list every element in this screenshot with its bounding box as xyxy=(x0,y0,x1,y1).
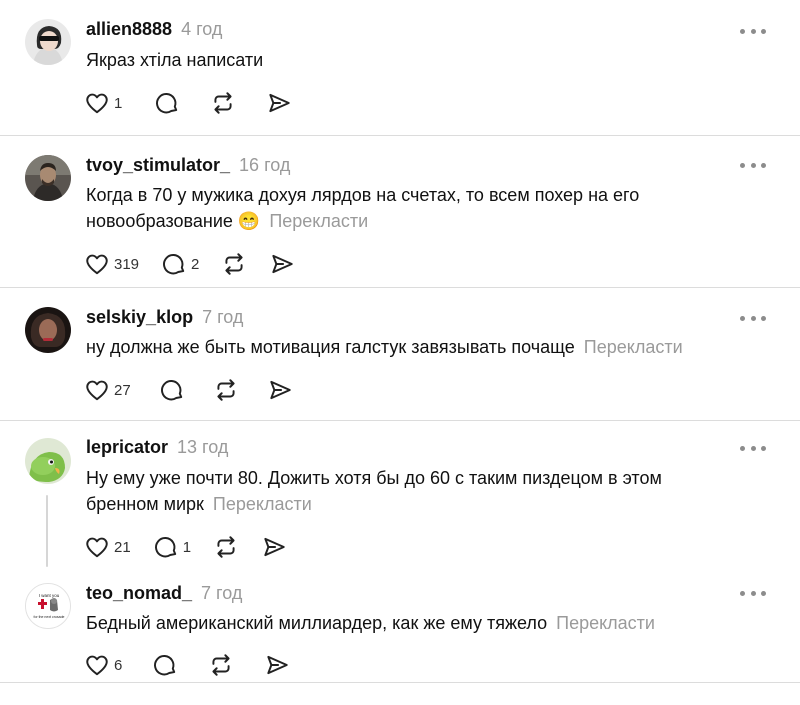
username[interactable]: tvoy_stimulator_ xyxy=(86,155,230,176)
heart-icon xyxy=(86,380,108,401)
repost-icon xyxy=(225,253,243,275)
repost-icon xyxy=(217,536,235,558)
timestamp[interactable]: 16 год xyxy=(239,155,290,176)
translate-link[interactable]: Перекласти xyxy=(556,613,655,633)
send-icon xyxy=(264,537,285,557)
comment-text: ну должна же быть мотивация галстук завя… xyxy=(86,334,726,360)
more-options-icon[interactable] xyxy=(740,313,766,323)
comment-bubble-icon xyxy=(156,93,178,114)
repost-button[interactable] xyxy=(213,534,239,560)
reply-count: 2 xyxy=(191,255,200,273)
avatar[interactable] xyxy=(25,155,71,201)
comment-text: Когда в 70 у мужика дохуя лярдов на счет… xyxy=(86,182,726,234)
timestamp[interactable]: 7 год xyxy=(202,307,243,328)
repost-button[interactable] xyxy=(208,652,234,678)
username[interactable]: lepricator xyxy=(86,437,168,458)
reply-button[interactable] xyxy=(152,652,178,678)
more-options-icon[interactable] xyxy=(740,443,766,453)
translate-link[interactable]: Перекласти xyxy=(213,494,312,514)
like-button[interactable]: 21 xyxy=(84,534,131,560)
send-icon xyxy=(267,655,289,675)
reply-count: 1 xyxy=(182,538,192,556)
like-count: 27 xyxy=(114,381,131,399)
like-button[interactable]: 27 xyxy=(84,377,131,403)
divider xyxy=(0,135,800,136)
thread-line xyxy=(46,495,48,567)
avatar-badge-top: I want you xyxy=(39,593,60,598)
share-button[interactable] xyxy=(264,652,290,678)
share-button[interactable] xyxy=(261,534,287,560)
translate-link[interactable]: Перекласти xyxy=(269,211,368,231)
heart-icon xyxy=(86,655,108,676)
comment-bubble-icon xyxy=(154,655,176,676)
send-icon xyxy=(270,380,291,400)
divider xyxy=(0,420,800,421)
reply-button[interactable]: 1 xyxy=(153,534,191,560)
more-options-icon[interactable] xyxy=(740,160,766,170)
avatar[interactable]: I want you for the next crusade xyxy=(25,583,71,629)
share-button[interactable] xyxy=(267,377,293,403)
timestamp[interactable]: 4 год xyxy=(181,19,222,40)
comment-text: Ну ему уже почти 80. Дожить хотя бы до 6… xyxy=(86,465,726,517)
comment-text: Якраз хтіла написати xyxy=(86,47,726,73)
comment-bubble-icon xyxy=(163,254,185,275)
more-options-icon[interactable] xyxy=(740,588,766,598)
translate-link[interactable]: Перекласти xyxy=(584,337,683,357)
username[interactable]: allien8888 xyxy=(86,19,172,40)
repost-icon xyxy=(217,379,235,401)
comment-bubble-icon xyxy=(160,380,182,401)
username[interactable]: teo_nomad_ xyxy=(86,583,192,604)
avatar-image xyxy=(25,307,71,353)
like-count: 319 xyxy=(114,255,140,273)
heart-icon xyxy=(86,537,108,558)
avatar[interactable] xyxy=(25,438,71,484)
comment-text: Бедный американский миллиардер, как же е… xyxy=(86,610,726,636)
heart-icon xyxy=(86,254,108,275)
like-count: 21 xyxy=(114,538,131,556)
avatar-badge-bottom: for the next crusade xyxy=(34,615,65,619)
divider xyxy=(0,287,800,288)
more-options-icon[interactable] xyxy=(740,26,766,36)
comment-bubble-icon xyxy=(154,537,176,558)
avatar[interactable] xyxy=(25,19,71,65)
share-button[interactable] xyxy=(269,251,295,277)
avatar-image: I want you for the next crusade xyxy=(26,584,70,628)
timestamp[interactable]: 13 год xyxy=(177,437,228,458)
repost-icon xyxy=(214,92,232,114)
like-count: 1 xyxy=(114,94,123,112)
like-button[interactable]: 319 xyxy=(84,251,139,277)
comment-body: Якраз хтіла написати xyxy=(86,50,264,70)
like-button[interactable]: 1 xyxy=(84,90,122,116)
avatar-image xyxy=(25,438,71,484)
like-button[interactable]: 6 xyxy=(84,652,122,678)
comment-body: ну должна же быть мотивация галстук завя… xyxy=(86,337,575,357)
username[interactable]: selskiy_klop xyxy=(86,307,193,328)
comment-body: Бедный американский миллиардер, как же е… xyxy=(86,613,548,633)
avatar[interactable] xyxy=(25,307,71,353)
reply-button[interactable] xyxy=(159,377,185,403)
timestamp[interactable]: 7 год xyxy=(201,583,242,604)
repost-button[interactable] xyxy=(221,251,247,277)
repost-icon xyxy=(212,654,230,676)
heart-icon xyxy=(86,93,108,114)
send-icon xyxy=(272,254,294,274)
reply-button[interactable] xyxy=(154,90,180,116)
like-count: 6 xyxy=(114,656,123,674)
repost-button[interactable] xyxy=(210,90,236,116)
avatar-image xyxy=(25,19,71,65)
repost-button[interactable] xyxy=(213,377,239,403)
share-button[interactable] xyxy=(266,90,292,116)
avatar-image xyxy=(25,155,71,201)
comment-body: Ну ему уже почти 80. Дожить хотя бы до 6… xyxy=(86,468,662,514)
divider xyxy=(0,682,800,683)
reply-button[interactable]: 2 xyxy=(161,251,199,277)
send-icon xyxy=(269,93,291,113)
